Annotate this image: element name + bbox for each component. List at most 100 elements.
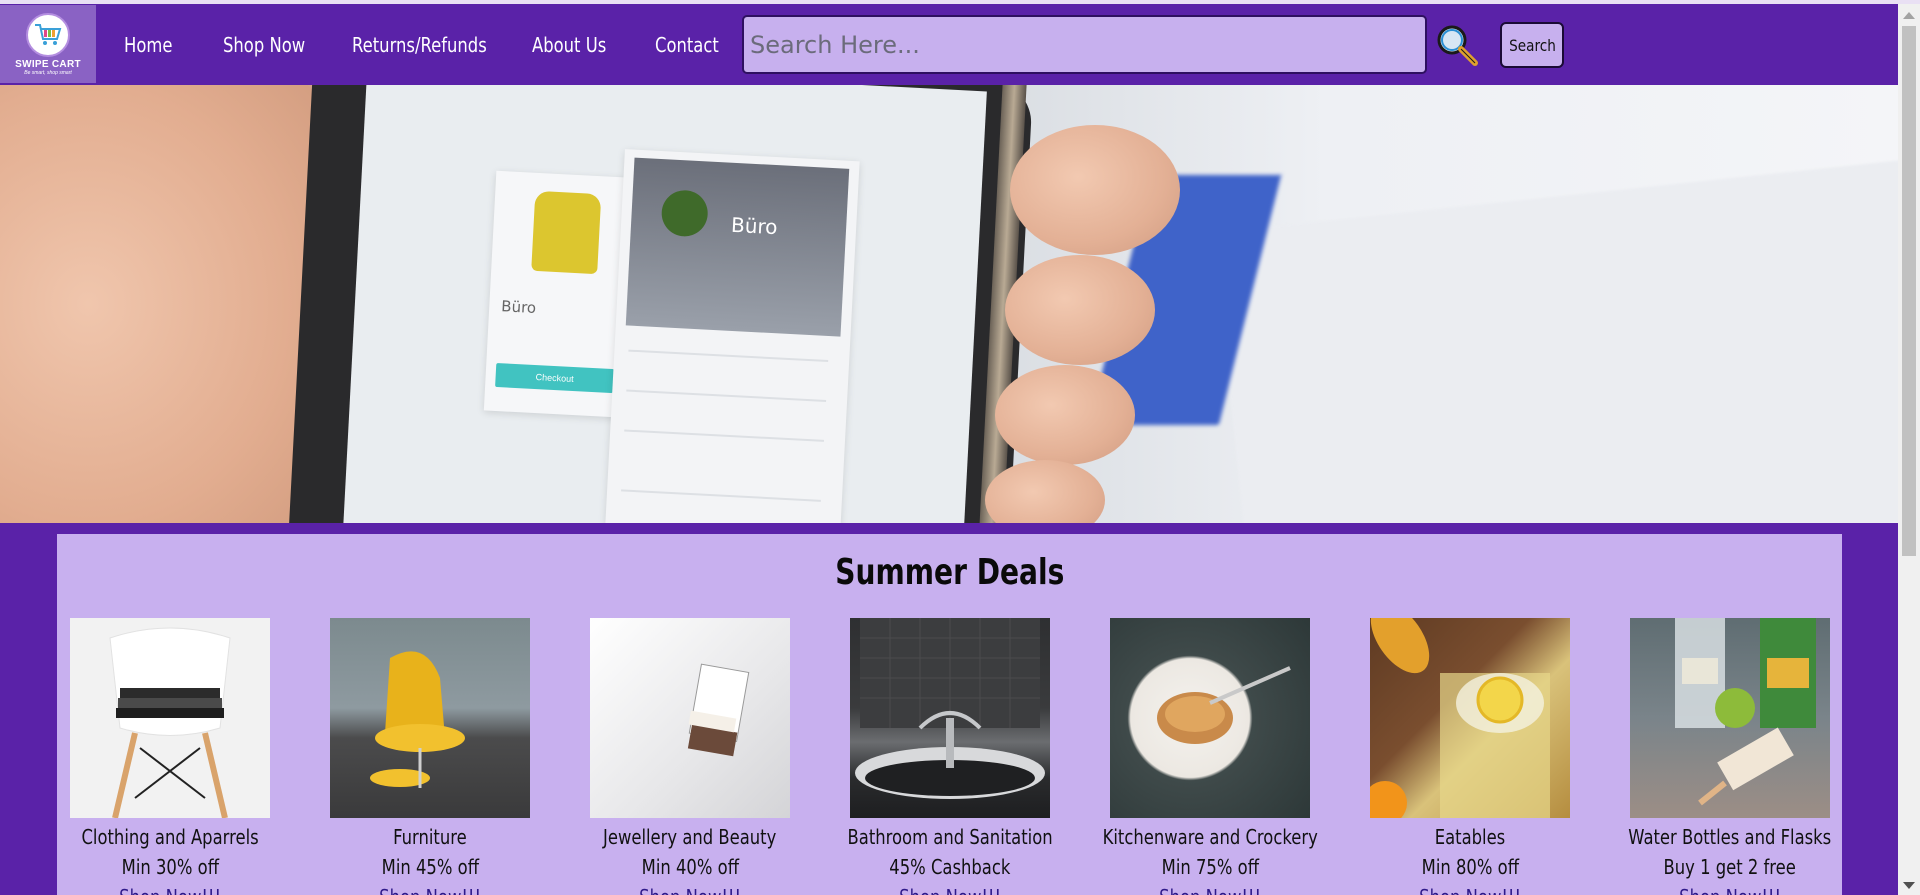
bowl-of-food-icon [1157, 666, 1291, 744]
shop-now-link[interactable]: Shop Now!!! [1320, 882, 1620, 895]
summer-deals-section: Summer Deals Clothing and Aparrels Min 3… [57, 534, 1842, 895]
furniture-image[interactable] [330, 618, 530, 818]
shop-now-link-text: Shop Now!!! [1419, 882, 1521, 895]
chair-with-clothes-icon [109, 627, 231, 818]
nav-home[interactable]: Home [124, 4, 172, 85]
cart-card-image: Büro [625, 157, 850, 337]
cart-card: Büro [605, 149, 860, 523]
shop-now-link[interactable]: Shop Now!!! [1580, 882, 1880, 895]
deal-offer-text: Min 30% off [121, 855, 219, 879]
deal-offer: 45% Cashback [800, 852, 1100, 882]
finger [1010, 125, 1180, 255]
hero-paper [1213, 159, 1898, 523]
deal-name: Bathroom and Sanitation [800, 822, 1100, 852]
search-button[interactable]: Search [1500, 22, 1564, 68]
deal-offer-text: Min 45% off [381, 855, 479, 879]
deal-card[interactable]: Kitchenware and Crockery Min 75% off Sho… [1102, 618, 1318, 895]
hero-banner-image: Büro Checkout Büro [0, 85, 1898, 523]
cart-card-brand: Büro [730, 212, 779, 240]
deal-offer: Buy 1 get 2 free [1580, 852, 1880, 882]
lemon-drink-icon [1370, 618, 1550, 818]
divider [628, 349, 829, 363]
deal-offer-text: 45% Cashback [889, 855, 1011, 879]
shop-now-link-text: Shop Now!!! [1159, 882, 1261, 895]
deal-offer-text: Min 40% off [641, 855, 739, 879]
shop-now-link[interactable]: Shop Now!!! [800, 882, 1100, 895]
deal-card[interactable]: Furniture Min 45% off Shop Now!!! [330, 618, 530, 895]
navbar: SWIPE CART Be smart, shop smart Home Sho… [0, 4, 1898, 85]
divider [626, 389, 827, 402]
nav-shop-now[interactable]: Shop Now [223, 4, 305, 85]
deal-offer-text: Min 75% off [1161, 855, 1259, 879]
logo-tagline: Be smart, shop smart [24, 69, 72, 76]
nav-returns-refunds[interactable]: Returns/Refunds [352, 4, 487, 85]
page-scrollbar[interactable] [1898, 4, 1920, 895]
magnifier-icon[interactable] [1434, 22, 1480, 68]
deal-name-text: Water Bottles and Flasks [1628, 825, 1832, 849]
deal-card[interactable]: Bathroom and Sanitation 45% Cashback Sho… [847, 618, 1053, 895]
checkout-button: Checkout [495, 362, 615, 394]
bonsai-plant-icon [660, 189, 709, 238]
scroll-up-arrow-icon[interactable] [1903, 12, 1915, 19]
deal-name: Furniture [280, 822, 580, 852]
yellow-chair-icon [531, 190, 602, 275]
sink-faucet-icon [855, 618, 1045, 799]
deal-name: Jewellery and Beauty [540, 822, 840, 852]
deal-name-text: Clothing and Aparrels [81, 825, 259, 849]
deal-name: Eatables [1320, 822, 1620, 852]
deal-name-text: Furniture [393, 825, 467, 849]
finger [995, 365, 1135, 465]
scroll-thumb[interactable] [1902, 26, 1916, 556]
deal-name: Clothing and Aparrels [20, 822, 320, 852]
shop-now-link-text: Shop Now!!! [119, 882, 221, 895]
deal-card[interactable]: Water Bottles and Flasks Buy 1 get 2 fre… [1629, 618, 1831, 895]
shop-now-link-text: Shop Now!!! [899, 882, 1001, 895]
shop-now-link[interactable]: Shop Now!!! [280, 882, 580, 895]
deal-name: Kitchenware and Crockery [1060, 822, 1360, 852]
yellow-armchair-icon [370, 651, 465, 788]
product-card-brand: Büro [500, 297, 537, 317]
finger [1005, 255, 1155, 365]
deal-name-text: Jewellery and Beauty [603, 825, 777, 849]
deal-name-text: Kitchenware and Crockery [1102, 825, 1318, 849]
shop-now-link[interactable]: Shop Now!!! [1060, 882, 1360, 895]
search-button-label: Search [1508, 35, 1556, 55]
shop-now-link-text: Shop Now!!! [639, 882, 741, 895]
shop-now-link-text: Shop Now!!! [1679, 882, 1781, 895]
section-title: Summer Deals [57, 552, 1842, 593]
divider [624, 429, 825, 442]
deal-offer: Min 45% off [280, 852, 580, 882]
scroll-down-arrow-icon[interactable] [1903, 882, 1915, 889]
clothing-image[interactable] [70, 618, 270, 818]
nav-contact[interactable]: Contact [655, 4, 719, 85]
deal-offer: Min 80% off [1320, 852, 1620, 882]
deal-offer: Min 30% off [20, 852, 320, 882]
deal-name: Water Bottles and Flasks [1580, 822, 1880, 852]
search-input[interactable] [742, 15, 1427, 74]
deal-offer: Min 75% off [1060, 852, 1360, 882]
deal-card[interactable]: Clothing and Aparrels Min 30% off Shop N… [70, 618, 270, 895]
divider [621, 489, 821, 502]
cosmetic-box-icon [687, 663, 750, 757]
shop-now-link-text: Shop Now!!! [379, 882, 481, 895]
shopping-cart-icon [26, 12, 70, 57]
shop-now-link[interactable]: Shop Now!!! [540, 882, 840, 895]
deal-card[interactable]: Jewellery and Beauty Min 40% off Shop No… [590, 618, 790, 895]
deal-offer: Min 40% off [540, 852, 840, 882]
site-logo[interactable]: SWIPE CART Be smart, shop smart [0, 5, 96, 83]
logo-name: SWIPE CART [15, 58, 81, 70]
water-bottles-image[interactable] [1630, 618, 1830, 818]
deal-name-text: Eatables [1434, 825, 1506, 849]
jewellery-image[interactable] [590, 618, 790, 818]
section-title-text: Summer Deals [834, 552, 1065, 593]
nav-about-us[interactable]: About Us [532, 4, 606, 85]
deal-offer-text: Buy 1 get 2 free [1663, 855, 1797, 879]
deal-name-text: Bathroom and Sanitation [847, 825, 1053, 849]
shop-now-link[interactable]: Shop Now!!! [20, 882, 320, 895]
bottles-icon [1675, 618, 1816, 806]
kitchenware-image[interactable] [1110, 618, 1310, 818]
deal-offer-text: Min 80% off [1421, 855, 1519, 879]
eatables-image[interactable] [1370, 618, 1570, 818]
bathroom-image[interactable] [850, 618, 1050, 818]
deal-card[interactable]: Eatables Min 80% off Shop Now!!! [1370, 618, 1570, 895]
